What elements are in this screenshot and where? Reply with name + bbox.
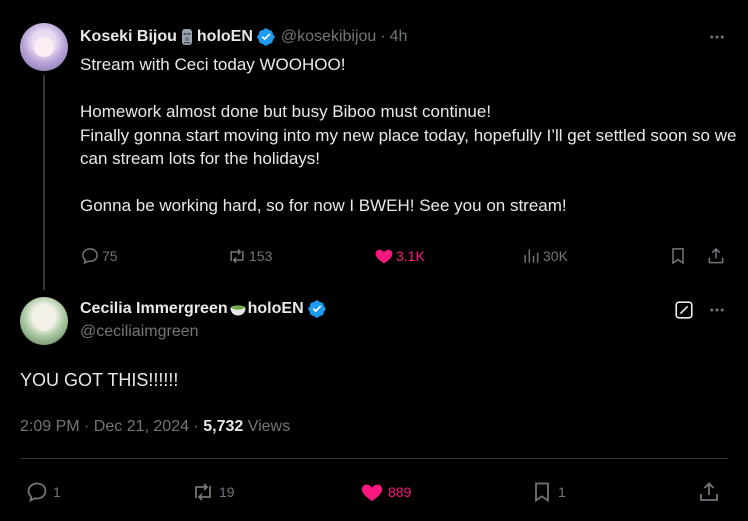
reply-icon — [80, 246, 100, 266]
reply-author-row: Cecilia Immergreen holoEN — [80, 298, 327, 320]
avatar-koseki-bijou[interactable] — [20, 23, 68, 71]
parent-time[interactable]: 4h — [390, 28, 408, 46]
parent-author-row: Koseki Bijou holoEN @kosekibijou · 4h — [80, 26, 407, 48]
repost-button[interactable]: 19 — [191, 478, 235, 506]
reply-display-name[interactable]: Cecilia Immergreen — [80, 300, 228, 318]
tweet-line: Stream with Ceci today WOOHOO! — [80, 55, 346, 74]
edit-icon[interactable] — [673, 299, 695, 321]
moai-emoji — [178, 28, 196, 46]
share-button[interactable] — [697, 478, 721, 506]
parent-handle[interactable]: @kosekibijou — [281, 28, 376, 46]
heart-icon — [374, 246, 394, 266]
reply-name-suffix[interactable]: holoEN — [248, 300, 304, 318]
repost-count: 19 — [219, 484, 235, 500]
bookmark-icon — [530, 480, 554, 504]
verified-badge-icon — [307, 299, 327, 319]
reply-handle[interactable]: @ceciliaimgreen — [80, 323, 199, 341]
reply-icon — [25, 480, 49, 504]
share-icon — [706, 246, 726, 266]
reply-action-bar: 1 19 889 1 — [20, 478, 728, 506]
avatar-face — [34, 37, 54, 57]
repost-icon — [227, 246, 247, 266]
verified-badge-icon — [256, 27, 276, 47]
tweet-line: Homework almost done but busy Biboo must… — [80, 102, 492, 121]
parent-action-bar: 75 153 3.1K 30K — [80, 243, 730, 269]
reply-button[interactable]: 75 — [80, 243, 118, 269]
avatar-cecilia-immergreen[interactable] — [20, 297, 68, 345]
repost-count: 153 — [249, 248, 273, 264]
separator-dot: · — [193, 418, 199, 435]
tweet-line: Finally gonna start moving into my new p… — [80, 125, 737, 169]
heart-icon — [360, 480, 384, 504]
more-icon[interactable] — [706, 299, 728, 321]
reply-button[interactable]: 1 — [25, 478, 61, 506]
timestamp[interactable]: 2:09 PM · Dec 21, 2024 — [20, 418, 189, 435]
like-button[interactable]: 889 — [360, 478, 411, 506]
more-icon[interactable] — [706, 26, 728, 48]
divider — [20, 458, 728, 459]
tweet-meta: 2:09 PM · Dec 21, 2024 · 5,732 Views — [20, 418, 290, 436]
like-count: 3.1K — [396, 248, 425, 264]
repost-button[interactable]: 153 — [227, 243, 272, 269]
reply-count: 75 — [102, 248, 118, 264]
views-icon — [521, 246, 541, 266]
share-icon — [697, 480, 721, 504]
views-count: 30K — [543, 248, 568, 264]
tweet-line: Gonna be working hard, so for now I BWEH… — [80, 196, 567, 215]
bookmark-button[interactable]: 1 — [530, 478, 566, 506]
views-button[interactable]: 30K — [521, 243, 568, 269]
view-count: 5,732 — [203, 418, 244, 435]
like-button[interactable]: 3.1K — [374, 243, 425, 269]
like-count: 889 — [388, 484, 412, 500]
views-label: Views — [247, 418, 291, 435]
reply-count: 1 — [53, 484, 61, 500]
bookmark-icon — [668, 246, 688, 266]
parent-tweet[interactable]: Koseki Bijou holoEN @kosekibijou · 4h St… — [0, 0, 748, 290]
parent-display-name[interactable]: Koseki Bijou — [80, 28, 177, 46]
thread-line — [43, 75, 45, 290]
parent-tweet-text: Stream with Ceci today WOOHOO! Homework … — [80, 53, 740, 218]
share-button[interactable] — [706, 243, 726, 269]
avatar-face — [34, 311, 54, 331]
bookmark-button[interactable] — [668, 243, 688, 269]
parent-name-suffix[interactable]: holoEN — [197, 28, 253, 46]
separator-dot: · — [380, 28, 386, 45]
repost-icon — [191, 480, 215, 504]
bookmark-count: 1 — [558, 484, 566, 500]
reply-tweet-text: YOU GOT THIS!!!!!! — [20, 370, 179, 390]
matcha-bowl-emoji — [229, 300, 247, 318]
